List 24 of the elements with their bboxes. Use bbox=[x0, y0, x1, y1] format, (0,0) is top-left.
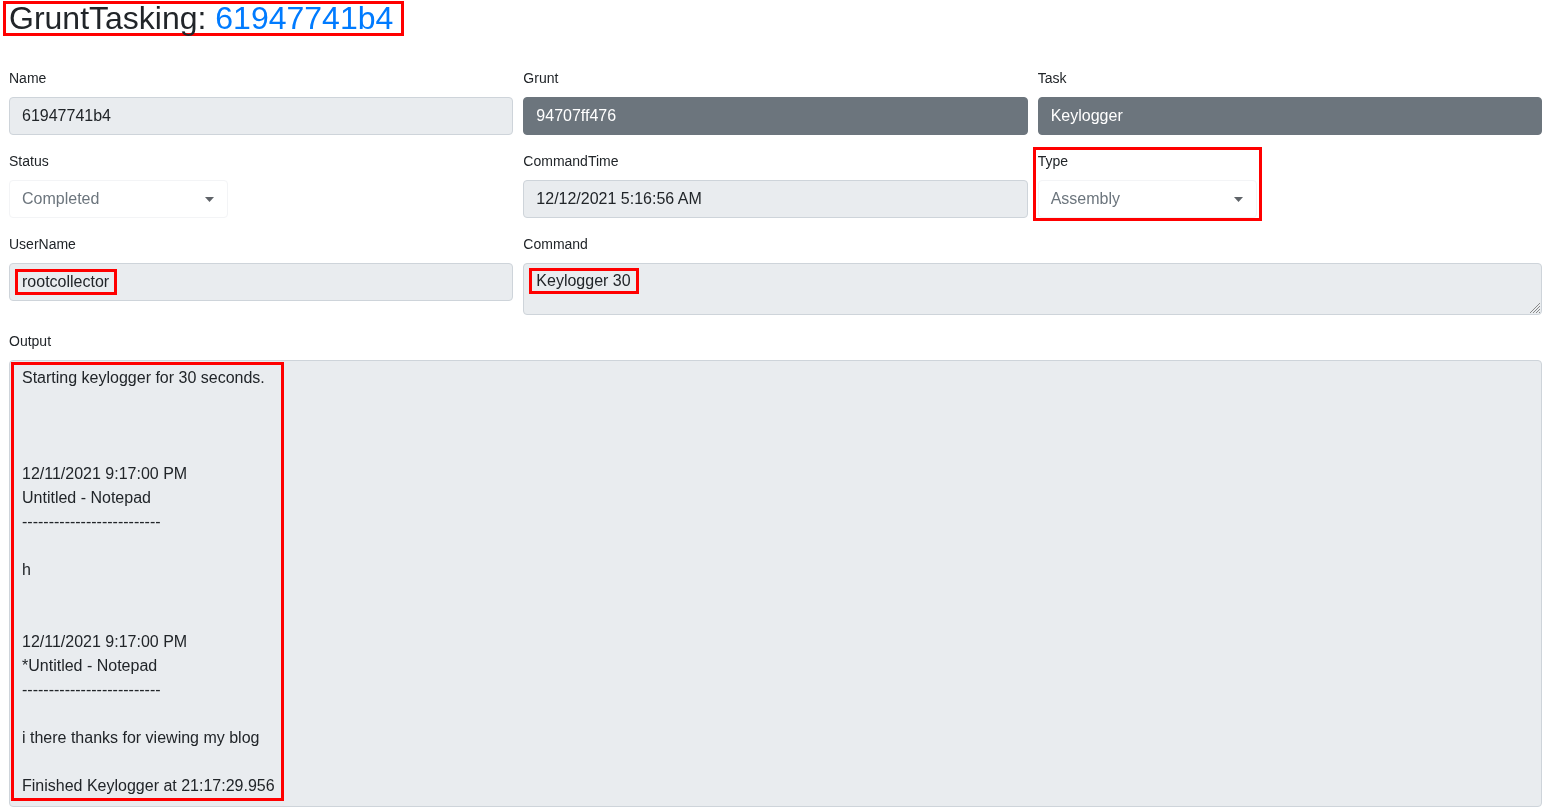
field-label: UserName bbox=[9, 235, 77, 254]
field-label: Type bbox=[1037, 152, 1069, 171]
field-label: Output bbox=[9, 332, 53, 351]
text-field[interactable]: 12/12/2021 5:16:56 AM bbox=[523, 180, 1028, 218]
caret-icon bbox=[1233, 196, 1243, 202]
field-value: Keylogger 30 bbox=[536, 272, 631, 289]
resize-handle-icon[interactable] bbox=[1529, 302, 1540, 313]
caret-icon bbox=[205, 196, 214, 202]
field-value: rootcollector bbox=[22, 273, 110, 290]
text-field[interactable]: rootcollector bbox=[9, 263, 514, 301]
field-label: Task bbox=[1037, 69, 1068, 88]
link-field[interactable]: Keylogger bbox=[1037, 97, 1542, 135]
text-area[interactable]: Keylogger 30 bbox=[523, 263, 1542, 315]
output-text: Starting keylogger for 30 seconds. 12/11/2021 9:17:00 PM Untitled - Notepad -------------------------- h 12/11/2021 9:17:00 PM *Untitled - Notepad -------------------------- i there thanks for viewing my blog Finished Keylogger at 21:17:29.956 bbox=[22, 368, 275, 796]
dropdown[interactable]: Completed bbox=[9, 180, 228, 218]
task-link[interactable]: 61947741b4 bbox=[215, 0, 394, 36]
link-field[interactable]: 94707ff476 bbox=[523, 97, 1028, 135]
field-label: Command bbox=[523, 235, 589, 254]
field-label: Grunt bbox=[523, 69, 560, 88]
field-label: CommandTime bbox=[523, 152, 620, 171]
field-label: Name bbox=[9, 69, 48, 88]
field-label: Status bbox=[9, 152, 50, 171]
text-field[interactable]: 61947741b4 bbox=[9, 97, 514, 135]
dropdown[interactable]: Assembly bbox=[1037, 180, 1257, 218]
